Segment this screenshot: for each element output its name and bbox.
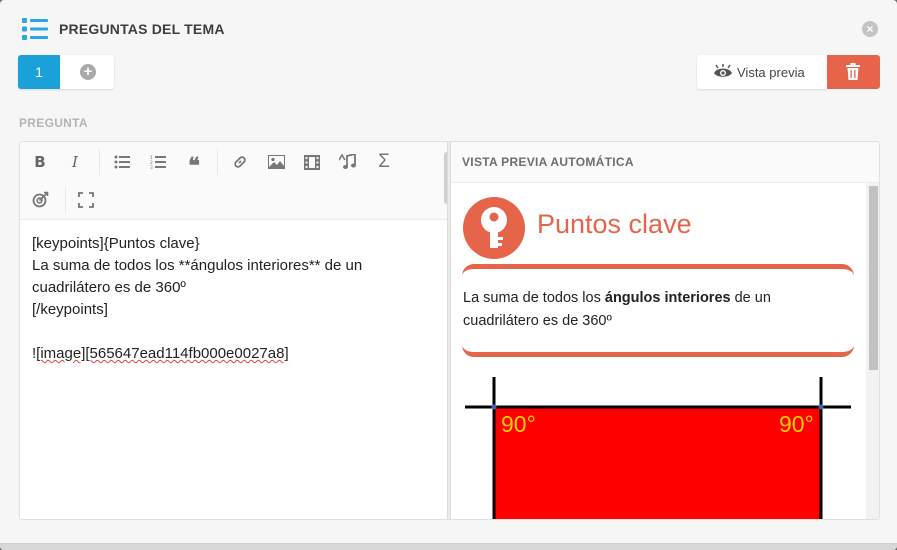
- editor-line: [/keypoints]: [32, 301, 108, 318]
- keypoints-box: La suma de todos los ángulos interiores …: [462, 264, 854, 357]
- italic-icon[interactable]: I: [62, 149, 88, 175]
- section-label: PREGUNTA: [19, 116, 88, 130]
- editor-text-area[interactable]: [keypoints]{Puntos clave} La suma de tod…: [32, 233, 442, 365]
- modal-header: PREGUNTAS DEL TEMA ×: [0, 0, 897, 56]
- add-question-button[interactable]: +: [60, 55, 114, 89]
- close-icon[interactable]: ×: [862, 21, 878, 37]
- bold-icon[interactable]: B: [27, 149, 53, 175]
- vertex-point: [491, 404, 497, 410]
- list-icon: [22, 18, 48, 40]
- toolbar-divider: [99, 149, 100, 175]
- keypoint-icon[interactable]: [27, 187, 53, 213]
- editor-image-line: ![image][565647ead114fb000e0027a8]: [32, 343, 442, 365]
- editor-line: [keypoints]{Puntos clave}: [32, 235, 200, 252]
- trash-icon: [846, 63, 860, 80]
- preview-content: Puntos clave La suma de todos los ángulo…: [451, 183, 866, 519]
- key-icon: [463, 197, 525, 259]
- keypoints-bold-text: ángulos interiores: [604, 290, 731, 306]
- video-icon[interactable]: [299, 149, 325, 175]
- quadrilateral-image: 90° 90°: [465, 377, 851, 519]
- link-icon[interactable]: [227, 149, 253, 175]
- formula-icon[interactable]: Σ: [371, 149, 397, 175]
- unordered-list-icon[interactable]: [109, 149, 135, 175]
- eye-icon: [714, 64, 732, 77]
- question-tabs: 1 +: [18, 55, 114, 89]
- delete-button[interactable]: [827, 55, 880, 89]
- angle-label-right: 90°: [779, 411, 814, 437]
- markdown-editor: B I 123 ❝ Σ [keypoints]{Puntos clave} La…: [20, 142, 450, 519]
- editor-line: cuadrilátero es de 360º: [32, 279, 186, 296]
- editor-toolbar: B I 123 ❝ Σ: [20, 142, 448, 220]
- quadrilateral-shape: [494, 407, 821, 519]
- tab-question-1[interactable]: 1: [18, 55, 60, 89]
- toolbar-divider: [65, 187, 66, 213]
- preview-scrollbar[interactable]: [869, 186, 878, 370]
- modal-footer: [0, 543, 897, 550]
- ordered-list-icon[interactable]: 123: [145, 149, 171, 175]
- fullscreen-icon[interactable]: [73, 187, 99, 213]
- question-editor: B I 123 ❝ Σ [keypoints]{Puntos clave} La…: [19, 141, 880, 520]
- vertex-point: [818, 404, 824, 410]
- quote-icon[interactable]: ❝: [181, 149, 207, 178]
- toolbar-divider: [217, 149, 218, 175]
- preview-header: VISTA PREVIA AUTOMÁTICA: [451, 142, 879, 183]
- preview-button[interactable]: Vista previa: [697, 55, 827, 89]
- modal-title: PREGUNTAS DEL TEMA: [59, 21, 225, 37]
- image-markup-ref: [image][565647ead114fb000e0027a8]: [36, 345, 289, 362]
- preview-button-label: Vista previa: [737, 65, 805, 80]
- svg-text:3: 3: [150, 165, 153, 169]
- preview-header-label: VISTA PREVIA AUTOMÁTICA: [462, 155, 634, 169]
- audio-icon[interactable]: [335, 149, 361, 175]
- keypoints-title: Puntos clave: [537, 209, 692, 239]
- plus-icon: +: [80, 64, 96, 80]
- image-icon[interactable]: [263, 149, 289, 175]
- angle-label-left: 90°: [501, 411, 536, 437]
- live-preview-pane: VISTA PREVIA AUTOMÁTICA Puntos clave La …: [451, 142, 879, 519]
- editor-line: La suma de todos los **ángulos interiore…: [32, 257, 363, 274]
- questions-modal: PREGUNTAS DEL TEMA × 1 + Vista previa PR…: [0, 0, 897, 550]
- keypoints-text: La suma de todos los ángulos interiores …: [463, 290, 771, 329]
